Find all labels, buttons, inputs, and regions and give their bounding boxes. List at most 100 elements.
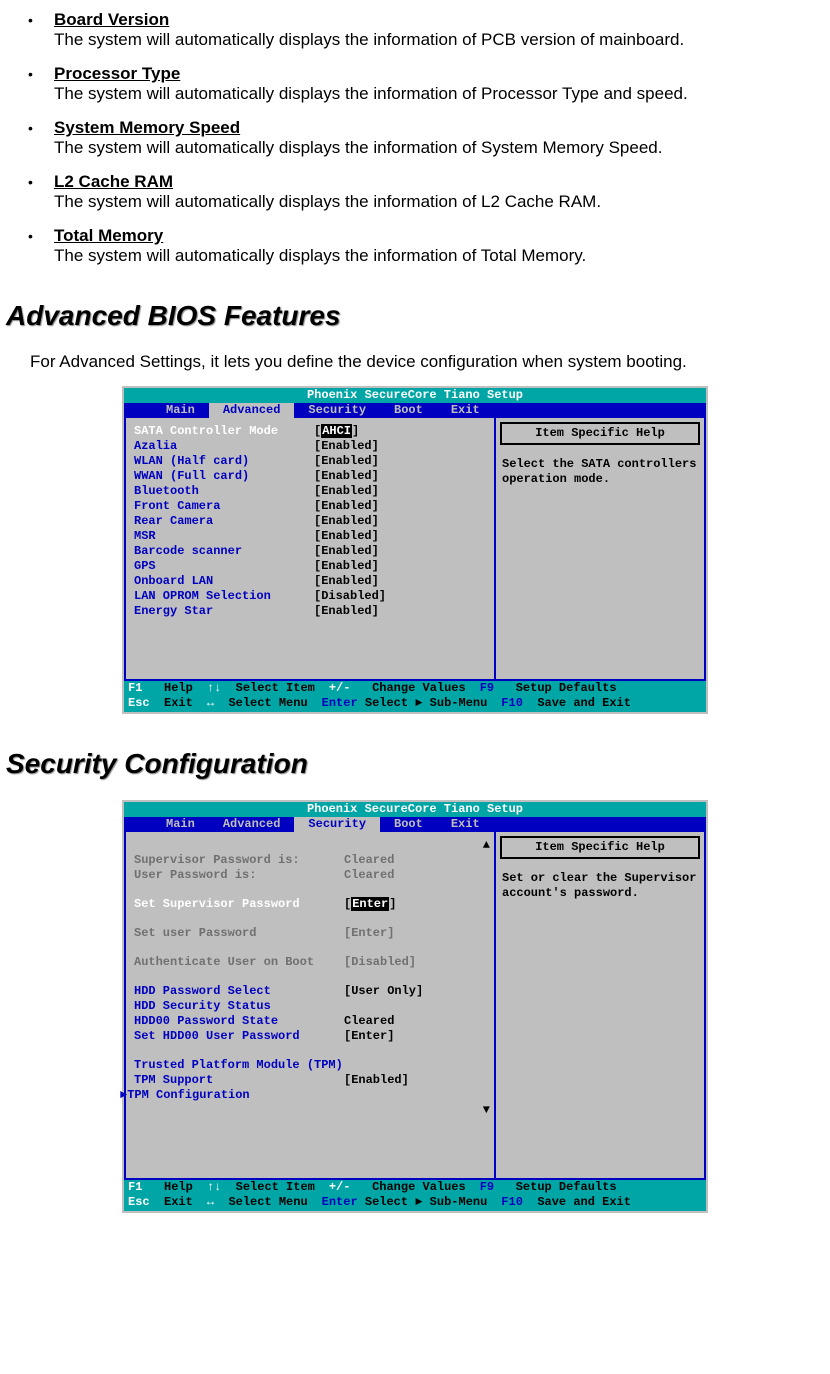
key-leftright: ↔ bbox=[207, 696, 214, 711]
bios-security-screenshot: Phoenix SecureCore Tiano Setup Main Adva… bbox=[122, 800, 708, 1213]
key-f10: F10 bbox=[501, 696, 523, 711]
key-leftright: ↔ bbox=[207, 1195, 214, 1210]
setting-value: [Enabled] bbox=[314, 454, 379, 469]
tab-security[interactable]: Security bbox=[294, 403, 380, 418]
bios-tabs: Main Advanced Security Boot Exit bbox=[124, 817, 706, 832]
tab-exit[interactable]: Exit bbox=[437, 817, 494, 832]
tab-boot[interactable]: Boot bbox=[380, 817, 437, 832]
hint-defaults: Setup Defaults bbox=[516, 681, 631, 696]
setting-row[interactable]: Onboard LAN[Enabled] bbox=[134, 574, 494, 589]
help-text: Set or clear the Supervisor account's pa… bbox=[500, 871, 700, 901]
setting-value: [Enabled] bbox=[314, 559, 379, 574]
setting-value: [Disabled] bbox=[344, 955, 416, 970]
bios-tabs: Main Advanced Security Boot Exit bbox=[124, 403, 706, 418]
setting-label: Energy Star bbox=[134, 604, 314, 619]
tab-boot[interactable]: Boot bbox=[380, 403, 437, 418]
setting-label: Azalia bbox=[134, 439, 314, 454]
setting-row[interactable]: Azalia[Enabled] bbox=[134, 439, 494, 454]
setting-row[interactable]: Barcode scanner[Enabled] bbox=[134, 544, 494, 559]
setting-row[interactable]: Supervisor Password is:Cleared bbox=[134, 853, 494, 868]
key-plusminus: +/- bbox=[329, 1180, 351, 1195]
setting-label: TPM Support bbox=[134, 1073, 344, 1088]
list-item: L2 Cache RAM The system will automatical… bbox=[24, 172, 824, 212]
setting-row[interactable]: Bluetooth[Enabled] bbox=[134, 484, 494, 499]
key-f10: F10 bbox=[501, 1195, 523, 1210]
tab-advanced[interactable]: Advanced bbox=[209, 817, 295, 832]
hint-select-item: Select Item bbox=[236, 1180, 329, 1195]
scroll-up-icon: ▲ bbox=[134, 838, 494, 853]
tab-security[interactable]: Security bbox=[294, 817, 380, 832]
setting-row[interactable]: Trusted Platform Module (TPM) bbox=[134, 1058, 494, 1073]
bios-help-panel: Item Specific Help Set or clear the Supe… bbox=[494, 832, 704, 1178]
hint-help: Help bbox=[164, 681, 207, 696]
setting-row[interactable]: TPM Support[Enabled] bbox=[134, 1073, 494, 1088]
setting-value: Cleared bbox=[344, 1014, 394, 1029]
setting-value: [Enabled] bbox=[314, 499, 379, 514]
setting-value: [Enabled] bbox=[344, 1073, 409, 1088]
hint-select-item: Select Item bbox=[236, 681, 329, 696]
setting-value: [AHCI] bbox=[314, 424, 359, 439]
setting-label: WLAN (Half card) bbox=[134, 454, 314, 469]
setting-row[interactable]: MSR[Enabled] bbox=[134, 529, 494, 544]
item-title: System Memory Speed bbox=[54, 118, 240, 137]
setting-row[interactable]: Set user Password[Enter] bbox=[134, 926, 494, 941]
setting-label: Barcode scanner bbox=[134, 544, 314, 559]
setting-label: Set Supervisor Password bbox=[134, 897, 344, 912]
setting-label: WWAN (Full card) bbox=[134, 469, 314, 484]
scroll-down-icon: ▼ bbox=[134, 1103, 494, 1118]
item-title: Total Memory bbox=[54, 226, 163, 245]
setting-row[interactable]: Rear Camera[Enabled] bbox=[134, 514, 494, 529]
hint-save: Save and Exit bbox=[537, 696, 645, 711]
setting-label: Authenticate User on Boot bbox=[134, 955, 344, 970]
item-desc: The system will automatically displays t… bbox=[54, 30, 684, 49]
setting-label: Set HDD00 User Password bbox=[134, 1029, 344, 1044]
hint-change-values: Change Values bbox=[372, 1180, 480, 1195]
setting-row[interactable]: User Password is:Cleared bbox=[134, 868, 494, 883]
key-f1: F1 bbox=[128, 681, 142, 696]
tab-advanced[interactable]: Advanced bbox=[209, 403, 295, 418]
key-enter: Enter bbox=[322, 696, 358, 711]
tab-main[interactable]: Main bbox=[152, 817, 209, 832]
setting-value: [Enabled] bbox=[314, 529, 379, 544]
setting-row[interactable]: WLAN (Half card)[Enabled] bbox=[134, 454, 494, 469]
tab-exit[interactable]: Exit bbox=[437, 403, 494, 418]
info-list: Board Version The system will automatica… bbox=[0, 10, 830, 266]
hint-help: Help bbox=[164, 1180, 207, 1195]
bios-help-panel: Item Specific Help Select the SATA contr… bbox=[494, 418, 704, 679]
item-desc: The system will automatically displays t… bbox=[54, 138, 662, 157]
list-item: Processor Type The system will automatic… bbox=[24, 64, 824, 104]
setting-row[interactable]: Set Supervisor Password[Enter] bbox=[134, 897, 494, 912]
setting-row[interactable]: Energy Star[Enabled] bbox=[134, 604, 494, 619]
key-updown: ↑↓ bbox=[207, 1180, 221, 1195]
setting-value: [Enter] bbox=[344, 897, 396, 912]
setting-row[interactable]: SATA Controller Mode[AHCI] bbox=[134, 424, 494, 439]
setting-row[interactable]: Front Camera[Enabled] bbox=[134, 499, 494, 514]
setting-row[interactable]: HDD00 Password StateCleared bbox=[134, 1014, 494, 1029]
hint-exit: Exit bbox=[164, 1195, 207, 1210]
submenu-row[interactable]: ► TPM Configuration bbox=[134, 1088, 494, 1103]
hint-defaults: Setup Defaults bbox=[516, 1180, 631, 1195]
setting-row[interactable]: Authenticate User on Boot[Disabled] bbox=[134, 955, 494, 970]
item-title: Board Version bbox=[54, 10, 169, 29]
setting-label: GPS bbox=[134, 559, 314, 574]
setting-row[interactable]: HDD Password Select[User Only] bbox=[134, 984, 494, 999]
hint-select-menu: Select Menu bbox=[228, 1195, 321, 1210]
item-desc: The system will automatically displays t… bbox=[54, 84, 688, 103]
security-heading: Security Configuration bbox=[6, 748, 830, 780]
setting-value: Cleared bbox=[344, 868, 394, 883]
setting-row[interactable]: Set HDD00 User Password[Enter] bbox=[134, 1029, 494, 1044]
setting-value: [User Only] bbox=[344, 984, 423, 999]
setting-label: Supervisor Password is: bbox=[134, 853, 344, 868]
item-desc: The system will automatically displays t… bbox=[54, 246, 586, 265]
setting-row[interactable]: HDD Security Status bbox=[134, 999, 494, 1014]
setting-row[interactable]: WWAN (Full card)[Enabled] bbox=[134, 469, 494, 484]
help-text: Select the SATA controllers operation mo… bbox=[500, 457, 700, 487]
setting-value: [Disabled] bbox=[314, 589, 386, 604]
setting-value: [Enabled] bbox=[314, 469, 379, 484]
setting-row[interactable]: GPS[Enabled] bbox=[134, 559, 494, 574]
tab-main[interactable]: Main bbox=[152, 403, 209, 418]
hint-submenu: Select ► Sub-Menu bbox=[365, 1195, 501, 1210]
item-desc: The system will automatically displays t… bbox=[54, 192, 601, 211]
setting-row[interactable]: LAN OPROM Selection[Disabled] bbox=[134, 589, 494, 604]
setting-value: [Enabled] bbox=[314, 514, 379, 529]
